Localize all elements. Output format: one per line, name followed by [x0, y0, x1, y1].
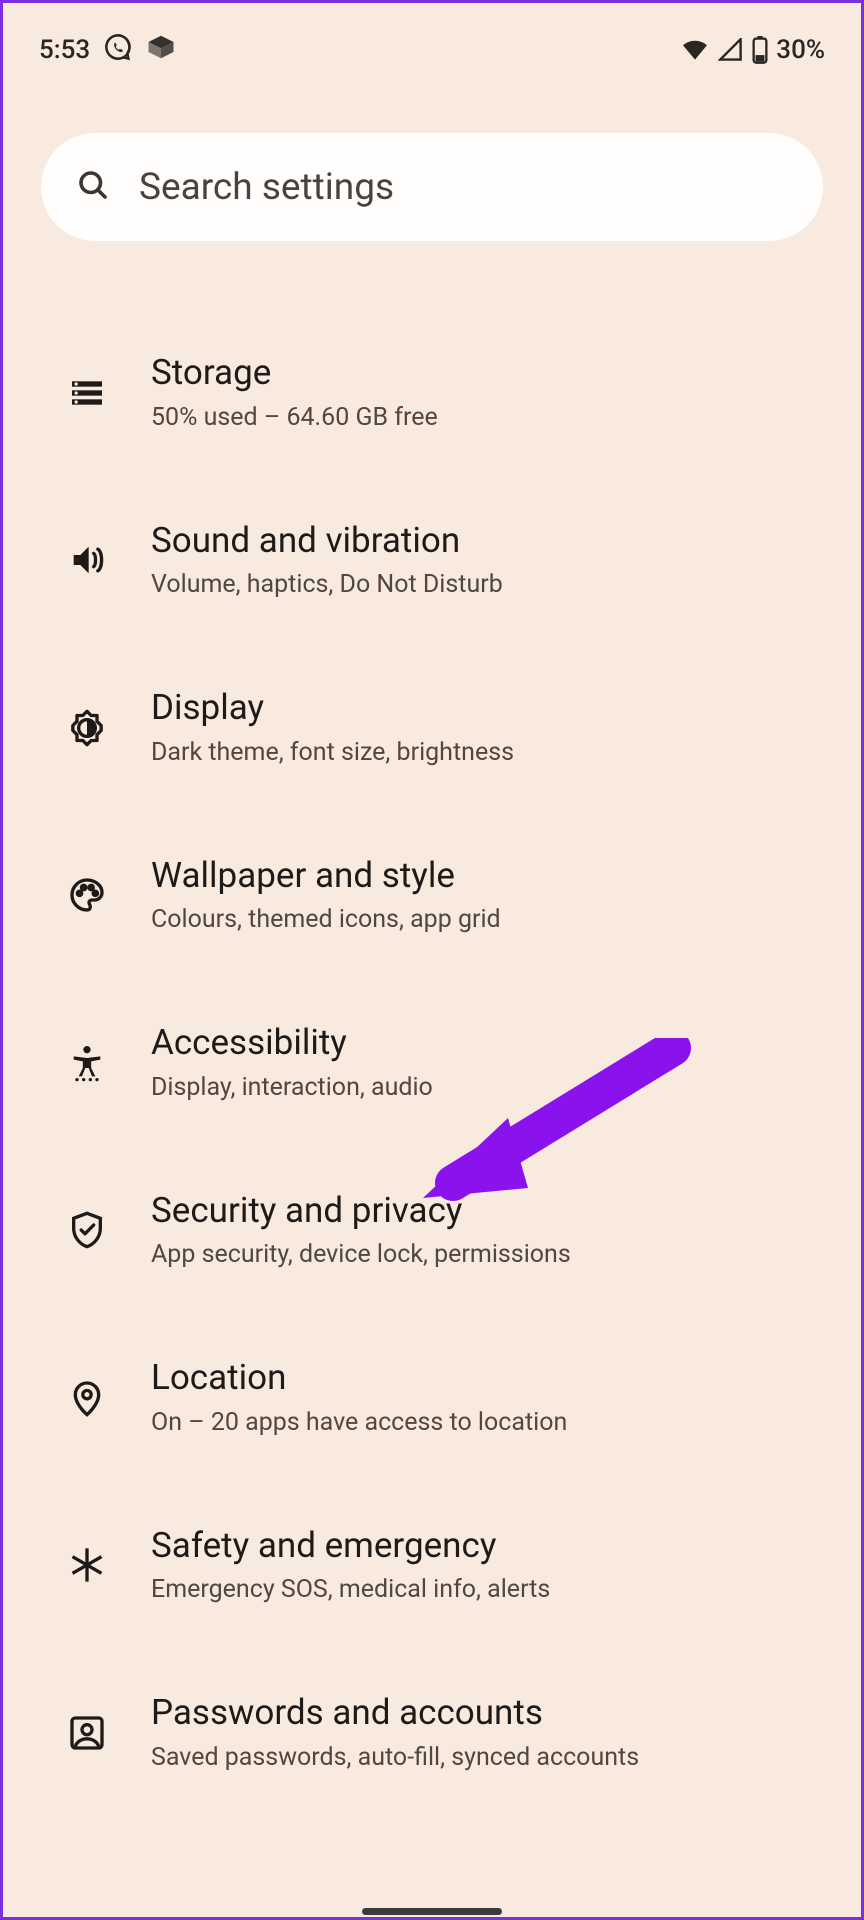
settings-item-title: Security and privacy [151, 1189, 799, 1233]
cell-signal-icon [718, 38, 744, 62]
battery-icon [752, 36, 768, 64]
settings-item-safety[interactable]: Safety and emergency Emergency SOS, medi… [3, 1482, 861, 1650]
accessibility-icon [65, 1041, 109, 1085]
wifi-icon [680, 38, 710, 62]
status-right: 30% [680, 35, 825, 65]
settings-item-location[interactable]: Location On – 20 apps have access to loc… [3, 1314, 861, 1482]
search-placeholder: Search settings [139, 166, 394, 209]
settings-item-title: Sound and vibration [151, 519, 799, 563]
settings-item-wallpaper[interactable]: Wallpaper and style Colours, themed icon… [3, 812, 861, 980]
sound-icon [65, 538, 109, 582]
location-pin-icon [65, 1376, 109, 1420]
whatsapp-icon [104, 33, 132, 68]
settings-item-title: Accessibility [151, 1021, 799, 1065]
settings-item-title: Safety and emergency [151, 1524, 799, 1568]
battery-percentage: 30% [776, 35, 825, 65]
palette-icon [65, 873, 109, 917]
settings-item-sound[interactable]: Sound and vibration Volume, haptics, Do … [3, 477, 861, 645]
settings-item-title: Passwords and accounts [151, 1691, 799, 1735]
search-settings[interactable]: Search settings [41, 133, 823, 241]
status-time: 5:53 [39, 35, 90, 65]
shield-check-icon [65, 1208, 109, 1252]
settings-item-subtitle: Colours, themed icons, app grid [151, 903, 799, 937]
home-indicator[interactable] [362, 1908, 502, 1915]
settings-item-subtitle: Saved passwords, auto-fill, synced accou… [151, 1741, 799, 1775]
package-icon [146, 34, 176, 67]
medical-star-icon [65, 1543, 109, 1587]
settings-item-subtitle: On – 20 apps have access to location [151, 1406, 799, 1440]
account-box-icon [65, 1711, 109, 1755]
settings-item-subtitle: 50% used – 64.60 GB free [151, 401, 799, 435]
settings-item-title: Display [151, 686, 799, 730]
settings-item-passwords[interactable]: Passwords and accounts Saved passwords, … [3, 1649, 861, 1817]
storage-icon [65, 371, 109, 415]
settings-item-subtitle: App security, device lock, permissions [151, 1238, 799, 1272]
status-bar: 5:53 [3, 3, 861, 83]
settings-item-security[interactable]: Security and privacy App security, devic… [3, 1147, 861, 1315]
settings-item-subtitle: Emergency SOS, medical info, alerts [151, 1573, 799, 1607]
settings-item-subtitle: Display, interaction, audio [151, 1071, 799, 1105]
settings-item-title: Wallpaper and style [151, 854, 799, 898]
settings-item-title: Location [151, 1356, 799, 1400]
settings-item-subtitle: Dark theme, font size, brightness [151, 736, 799, 770]
settings-item-title: Storage [151, 351, 799, 395]
settings-item-accessibility[interactable]: Accessibility Display, interaction, audi… [3, 979, 861, 1147]
brightness-icon [65, 706, 109, 750]
settings-list[interactable]: Storage 50% used – 64.60 GB free Sound a… [3, 271, 861, 1817]
search-icon [75, 167, 111, 207]
settings-item-display[interactable]: Display Dark theme, font size, brightnes… [3, 644, 861, 812]
settings-item-subtitle: Volume, haptics, Do Not Disturb [151, 568, 799, 602]
settings-item-storage[interactable]: Storage 50% used – 64.60 GB free [3, 309, 861, 477]
status-left: 5:53 [39, 33, 176, 68]
